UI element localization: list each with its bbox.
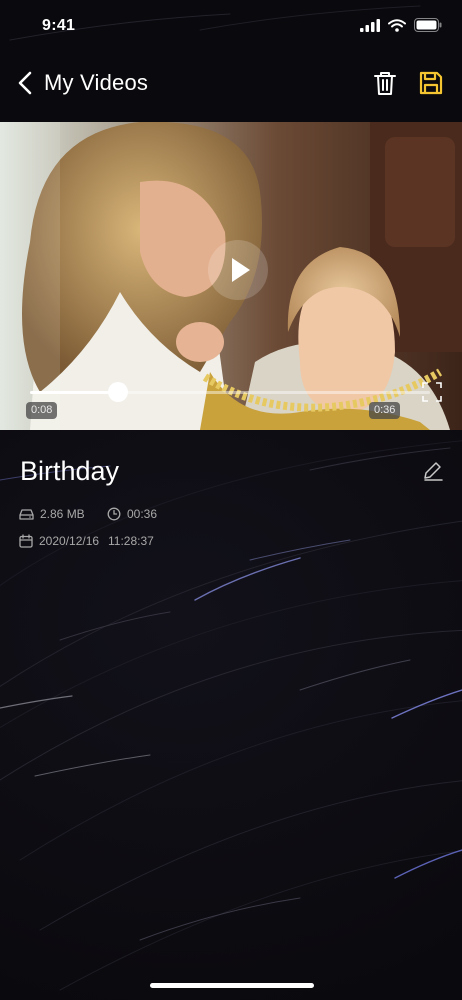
wifi-icon [388,18,406,32]
progress-thumb[interactable] [108,382,128,402]
length-info: 00:36 [107,507,157,521]
floppy-disk-icon [419,71,443,95]
back-button[interactable] [14,68,40,98]
file-size-info: 2.86 MB [19,507,85,521]
duration-label: 0:36 [369,402,401,419]
video-title: Birthday [20,456,120,486]
status-bar: 9:41 [0,0,462,56]
home-indicator[interactable] [150,983,314,988]
status-icons [360,18,442,32]
status-time: 9:41 [42,17,76,34]
fullscreen-button[interactable] [422,382,442,402]
header-bar: My Videos [0,58,462,112]
save-button[interactable] [416,68,446,98]
edit-title-button[interactable] [422,460,444,482]
battery-icon [414,18,442,32]
delete-button[interactable] [370,68,400,98]
chevron-left-icon [18,71,32,95]
progress-fill [30,391,118,394]
play-icon [232,258,250,282]
storage-drive-icon [19,508,34,520]
video-progress-bar[interactable] [30,382,430,402]
trash-icon [374,72,396,95]
current-time-label: 0:08 [26,402,58,419]
cellular-signal-icon [360,18,380,32]
time-info: 11:28:37 [108,534,154,548]
fullscreen-icon [422,382,442,402]
date-info: 2020/12/16 [19,534,99,548]
time-value: 11:28:37 [108,534,154,548]
page-title: My Videos [44,70,149,95]
pencil-icon [424,462,443,481]
date-value: 2020/12/16 [39,534,100,548]
length-value: 00:36 [127,507,158,521]
clock-icon [107,507,121,521]
play-button[interactable] [208,240,268,300]
calendar-icon [19,534,33,548]
file-size-value: 2.86 MB [40,507,85,521]
